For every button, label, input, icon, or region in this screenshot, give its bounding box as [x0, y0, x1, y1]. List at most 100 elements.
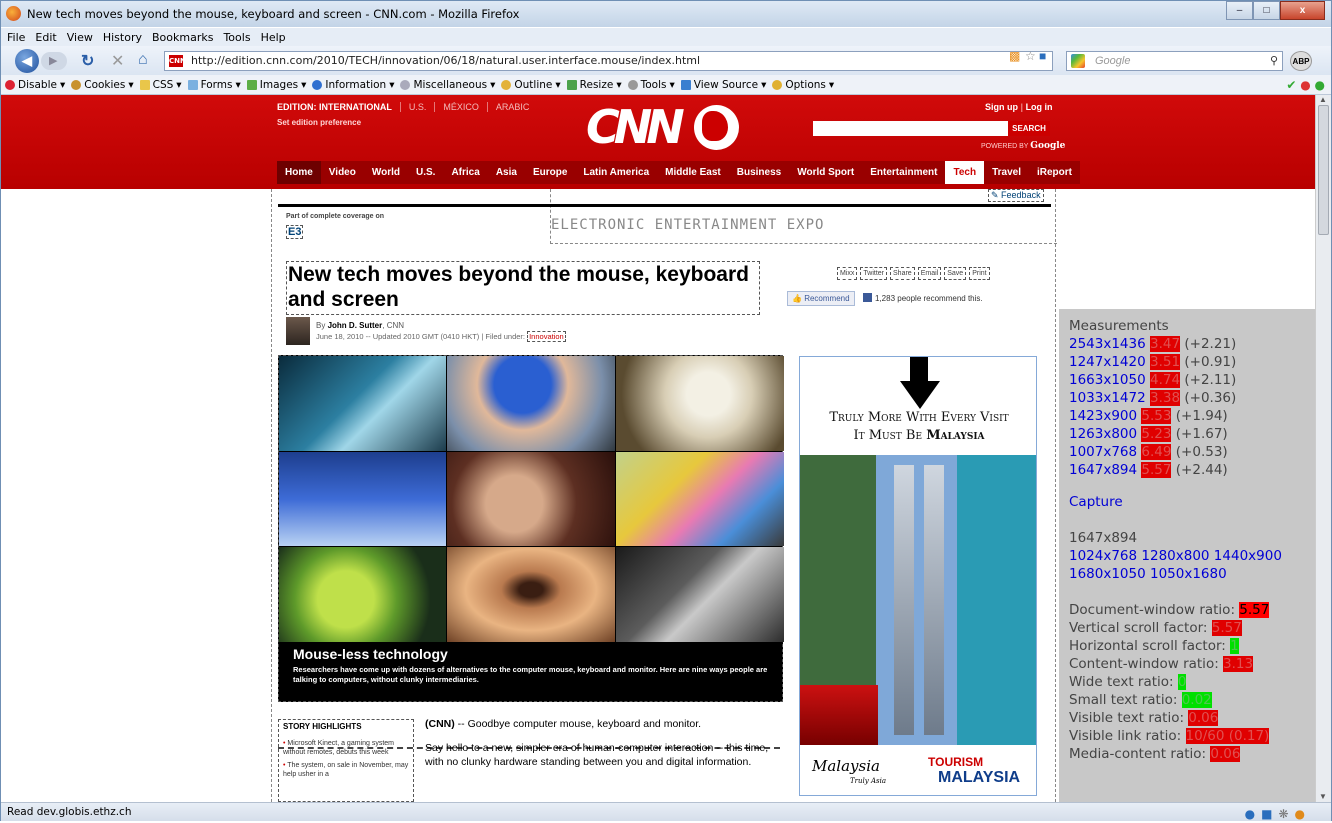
- share-share[interactable]: Share: [890, 267, 915, 280]
- gallery-photo-2[interactable]: [447, 356, 615, 451]
- cnn-logo[interactable]: CNN: [586, 100, 685, 154]
- minimize-button[interactable]: –: [1226, 1, 1253, 20]
- nav-world[interactable]: World: [364, 161, 408, 184]
- nav-asia[interactable]: Asia: [488, 161, 525, 184]
- nav-video[interactable]: Video: [321, 161, 364, 184]
- nav-ireport[interactable]: iReport: [1029, 161, 1080, 184]
- gallery-photo-5[interactable]: [447, 452, 615, 546]
- share-print[interactable]: Print: [969, 267, 990, 280]
- gallery-photo-8[interactable]: [447, 547, 615, 642]
- rss-icon[interactable]: ▩: [1009, 49, 1020, 63]
- dev-information[interactable]: Information ▾: [312, 79, 394, 91]
- nav-world-sport[interactable]: World Sport: [789, 161, 862, 184]
- scroll-up-icon[interactable]: ▲: [1319, 95, 1327, 104]
- menu-history[interactable]: History: [103, 31, 142, 44]
- forward-button[interactable]: ▶: [41, 52, 67, 70]
- search-field[interactable]: Google ⚲: [1066, 51, 1283, 71]
- dev-cookies[interactable]: Cookies ▾: [71, 79, 134, 91]
- measurement-row[interactable]: 1263x800 5.23 (+1.67): [1069, 425, 1305, 443]
- url-field[interactable]: CNN http://edition.cnn.com/2010/TECH/inn…: [164, 51, 1053, 71]
- nav-business[interactable]: Business: [729, 161, 789, 184]
- menu-tools[interactable]: Tools: [223, 31, 250, 44]
- nav-us[interactable]: U.S.: [408, 161, 443, 184]
- identity-icon[interactable]: ■: [1039, 49, 1046, 63]
- scroll-thumb[interactable]: [1318, 105, 1329, 235]
- recommend-button[interactable]: 👍 Recommend: [787, 291, 855, 306]
- firefox-icon: [6, 6, 21, 21]
- vertical-scrollbar[interactable]: ▲ ▼: [1315, 95, 1331, 802]
- dev-forms[interactable]: Forms ▾: [187, 79, 241, 91]
- measurement-row[interactable]: 1663x1050 4.74 (+2.11): [1069, 371, 1305, 389]
- edition-arabic-link[interactable]: ARABIC: [496, 102, 530, 112]
- search-icon[interactable]: ⚲: [1270, 52, 1278, 70]
- measurement-row[interactable]: 1423x900 5.53 (+1.94): [1069, 407, 1305, 425]
- dev-resize[interactable]: Resize ▾: [566, 79, 622, 91]
- share-save[interactable]: Save: [944, 267, 967, 280]
- preset-resolutions[interactable]: 1680x1050 1050x1680: [1069, 565, 1305, 583]
- feedback-link[interactable]: ✎ Feedback: [988, 189, 1044, 202]
- dev-images[interactable]: Images ▾: [246, 79, 306, 91]
- cnn-search-input[interactable]: [813, 121, 1008, 136]
- nav-tech[interactable]: Tech: [945, 161, 985, 184]
- menu-file[interactable]: File: [7, 31, 25, 44]
- measurement-row[interactable]: 1247x1420 3.51 (+0.91): [1069, 353, 1305, 371]
- measurement-row[interactable]: 1007x768 6.49 (+0.53): [1069, 443, 1305, 461]
- photo-gallery[interactable]: Mouse-less technology Researchers have c…: [278, 355, 784, 702]
- stop-icon[interactable]: ✕: [111, 51, 124, 71]
- bookmark-star-icon[interactable]: ☆: [1025, 49, 1036, 63]
- nav-home[interactable]: Home: [277, 161, 321, 184]
- metric-row: Vertical scroll factor: 5.57: [1069, 620, 1242, 636]
- preset-resolutions[interactable]: 1024x768 1280x800 1440x900: [1069, 547, 1305, 565]
- menu-help[interactable]: Help: [261, 31, 286, 44]
- set-edition-link[interactable]: Set edition preference: [277, 118, 361, 127]
- dev-view-source[interactable]: View Source ▾: [680, 79, 766, 91]
- gallery-photo-7[interactable]: [279, 547, 446, 642]
- dev-tools[interactable]: Tools ▾: [627, 79, 675, 91]
- scroll-down-icon[interactable]: ▼: [1319, 792, 1327, 801]
- menu-view[interactable]: View: [67, 31, 93, 44]
- share-twitter[interactable]: Twitter: [860, 267, 888, 280]
- menu-bookmarks[interactable]: Bookmarks: [152, 31, 213, 44]
- share-email[interactable]: Email: [917, 267, 942, 280]
- menu-edit[interactable]: Edit: [35, 31, 56, 44]
- back-button[interactable]: ◀: [15, 49, 39, 73]
- divider: [278, 204, 1051, 207]
- login-link[interactable]: Log in: [1026, 102, 1053, 112]
- filed-under-link[interactable]: Innovation: [527, 331, 566, 342]
- signup-link[interactable]: Sign up: [985, 102, 1018, 112]
- e3-banner[interactable]: ELECTRONIC ENTERTAINMENT EXPO: [550, 189, 1057, 244]
- nav-europe[interactable]: Europe: [525, 161, 575, 184]
- adblock-button[interactable]: ABP: [1290, 51, 1312, 71]
- reload-icon[interactable]: ↻: [81, 51, 94, 71]
- gallery-photo-3[interactable]: [616, 356, 784, 451]
- gallery-photo-9[interactable]: [616, 547, 784, 642]
- dev-outline[interactable]: Outline ▾: [501, 79, 561, 91]
- e3-link[interactable]: E3: [286, 225, 304, 239]
- home-icon[interactable]: ⌂: [138, 51, 148, 69]
- measurement-row[interactable]: 1033x1472 3.38 (+0.36): [1069, 389, 1305, 407]
- dev-options[interactable]: Options ▾: [772, 79, 834, 91]
- nav-travel[interactable]: Travel: [984, 161, 1029, 184]
- gallery-photo-1[interactable]: [279, 356, 446, 451]
- close-button[interactable]: x: [1280, 1, 1325, 20]
- nav-middle-east[interactable]: Middle East: [657, 161, 729, 184]
- gallery-photo-6[interactable]: [616, 452, 784, 546]
- malaysia-advertisement[interactable]: Truly More With Every Visit It Must Be M…: [799, 356, 1037, 796]
- dev-disable[interactable]: Disable ▾: [5, 79, 65, 91]
- capture-link[interactable]: Capture: [1069, 493, 1305, 511]
- edition-us-link[interactable]: U.S.: [409, 102, 427, 112]
- dev-css[interactable]: CSS ▾: [139, 79, 182, 91]
- metric-row: Media-content ratio: 0.06: [1069, 746, 1241, 762]
- nav-africa[interactable]: Africa: [443, 161, 487, 184]
- maximize-button[interactable]: □: [1253, 1, 1280, 20]
- gallery-photo-4[interactable]: [279, 452, 446, 546]
- nav-latin-america[interactable]: Latin America: [575, 161, 657, 184]
- cnn-search-button[interactable]: SEARCH: [1008, 121, 1050, 136]
- author-link[interactable]: John D. Sutter: [328, 321, 383, 330]
- edition-mexico-link[interactable]: MÉXICO: [443, 102, 479, 112]
- nav-entertainment[interactable]: Entertainment: [862, 161, 945, 184]
- dev-miscellaneous[interactable]: Miscellaneous ▾: [400, 79, 495, 91]
- measurement-row[interactable]: 1647x894 5.57 (+2.44): [1069, 461, 1305, 479]
- measurement-row[interactable]: 2543x1436 3.47 (+2.21): [1069, 335, 1305, 353]
- share-mixx[interactable]: Mixx: [837, 267, 858, 280]
